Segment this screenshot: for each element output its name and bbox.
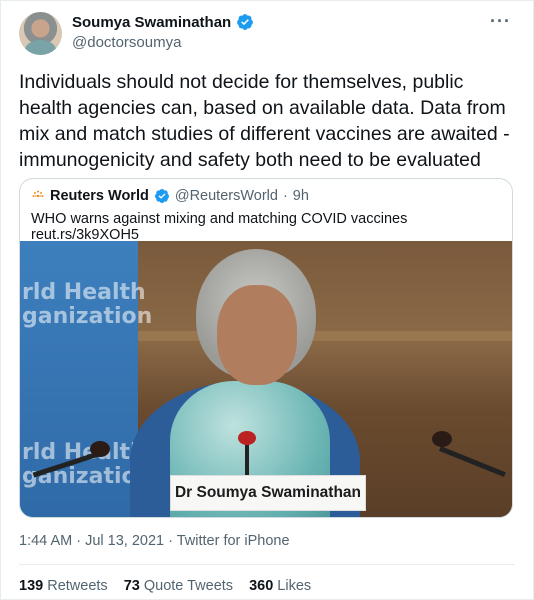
retweets-label: Retweets [47, 578, 108, 594]
microphone-left-icon [90, 441, 110, 457]
avatar[interactable] [19, 12, 62, 55]
tweet-card: Soumya Swaminathan @doctorsoumya ··· Ind… [0, 0, 534, 600]
quoted-tweet-photo[interactable]: rld Health ganization rld Health ganizat… [20, 241, 512, 517]
microphone-right-icon [432, 431, 452, 447]
likes-label: Likes [277, 578, 312, 594]
likes-count: 360 [249, 578, 274, 594]
tweet-text: Individuals should not decide for themse… [19, 71, 510, 171]
author-name-row: Soumya Swaminathan [72, 13, 254, 31]
divider [19, 564, 515, 565]
verified-badge-icon [154, 189, 169, 203]
quoted-tweet-header: Reuters World @ReutersWorld · 9h [31, 188, 309, 204]
quote-tweets-label: Quote Tweets [143, 578, 234, 594]
likes-stat[interactable]: 360 Likes [249, 578, 311, 594]
retweets-stat[interactable]: 139 Retweets [19, 578, 108, 594]
quoted-handle[interactable]: @ReutersWorld [175, 188, 278, 204]
engagement-stats: 139 Retweets 73 Quote Tweets 360 Likes [19, 578, 311, 594]
quoted-display-name[interactable]: Reuters World [50, 188, 149, 204]
retweets-count: 139 [19, 578, 44, 594]
microphone-center-icon [238, 431, 256, 445]
quote-tweets-count: 73 [123, 578, 140, 594]
reuters-logo-icon [32, 190, 44, 198]
speaker-nameplate: Dr Soumya Swaminathan [170, 475, 366, 511]
author-handle[interactable]: @doctorsoumya [72, 34, 181, 51]
quoted-tweet-text: WHO warns against mixing and matching CO… [31, 211, 408, 243]
verified-badge-icon [237, 14, 254, 30]
quoted-tweet[interactable]: Reuters World @ReutersWorld · 9h WHO war… [19, 178, 513, 518]
quote-tweets-stat[interactable]: 73 Quote Tweets [124, 578, 233, 594]
speaker-face [217, 285, 297, 385]
photo-background-shelf [130, 331, 512, 341]
more-horizontal-icon[interactable]: ··· [490, 11, 511, 32]
author-display-name[interactable]: Soumya Swaminathan [72, 14, 231, 31]
avatar-shoulders [25, 40, 56, 55]
quoted-time[interactable]: 9h [293, 188, 309, 204]
tweet-timestamp[interactable]: 1:44 AM · Jul 13, 2021 · Twitter for iPh… [19, 533, 290, 549]
quoted-separator: · [282, 188, 288, 204]
who-banner: rld Health ganization rld Health ganizat… [20, 241, 152, 517]
banner-text-top: rld Health ganization [22, 280, 153, 329]
